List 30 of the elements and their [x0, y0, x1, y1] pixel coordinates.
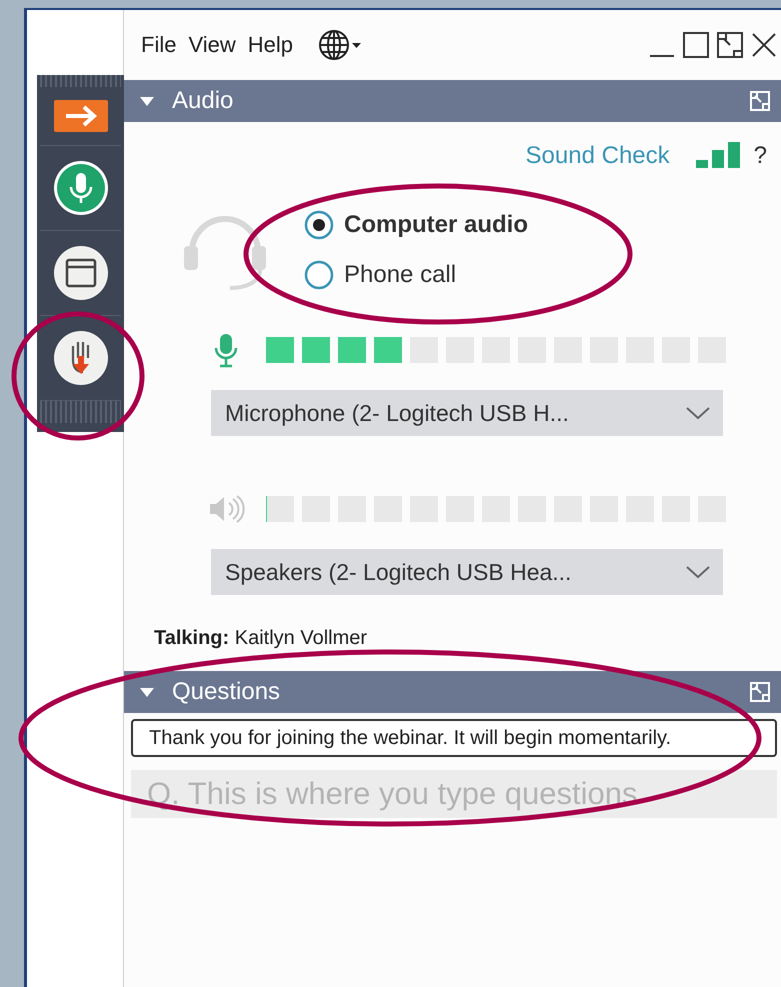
undock-icon[interactable]: [749, 90, 771, 112]
radio-label[interactable]: Phone call: [344, 261, 456, 289]
menu-item[interactable]: File: [138, 30, 180, 60]
restore-icon[interactable]: [715, 30, 745, 60]
panel-title: Questions: [172, 678, 280, 706]
help-button[interactable]: ?: [754, 142, 767, 170]
chevron-down-icon: [685, 564, 711, 580]
device-dropdown[interactable]: Microphone (2- Logitech USB H...: [211, 390, 723, 436]
menu-item[interactable]: View: [185, 30, 239, 60]
globe-icon[interactable]: [318, 28, 362, 62]
chevron-down-icon: [685, 405, 711, 421]
arrow-right-button[interactable]: [54, 100, 108, 132]
welcome-message: Thank you for joining the webinar. It will begin momentarily.: [131, 719, 777, 757]
radio-label[interactable]: Computer audio: [344, 211, 528, 239]
device-dropdown[interactable]: Speakers (2- Logitech USB Hea...: [211, 549, 723, 595]
panel-title: Audio: [172, 87, 234, 115]
radio-button[interactable]: [304, 210, 334, 240]
window-button[interactable]: [52, 245, 108, 301]
talking-label: Talking:: [154, 627, 230, 649]
panel-header[interactable]: Audio: [124, 80, 781, 122]
grip-handle[interactable]: [40, 401, 121, 423]
talking-name: Kaitlyn Vollmer: [234, 627, 368, 649]
grip-handle[interactable]: [40, 75, 121, 87]
menu-item[interactable]: Help: [244, 30, 296, 60]
raise-hand-button[interactable]: [52, 330, 108, 386]
radio-button[interactable]: [304, 260, 334, 290]
maximize-icon[interactable]: [681, 30, 711, 60]
panel-header[interactable]: Questions: [124, 671, 781, 713]
microphone-button[interactable]: [52, 160, 108, 216]
undock-icon[interactable]: [749, 681, 771, 703]
